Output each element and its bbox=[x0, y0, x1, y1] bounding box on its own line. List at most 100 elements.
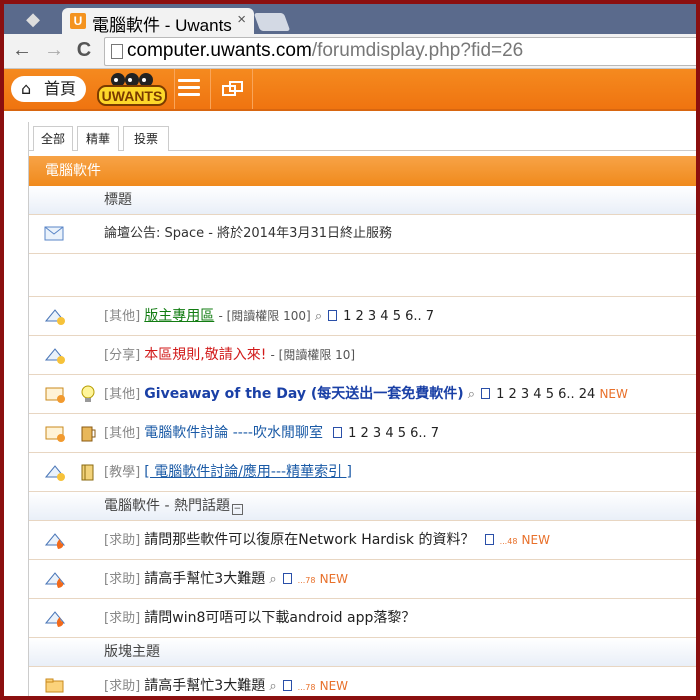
incognito-icon: ◆ bbox=[26, 9, 40, 30]
screenshot-frame: ◆ U 電腦軟件 - Uwants × ← → C computer.uwant… bbox=[0, 0, 700, 700]
home-icon: ⌂ bbox=[21, 79, 32, 98]
hot-topics-header: 電腦軟件 - 熱門話題 − bbox=[29, 492, 696, 521]
announcement-text: 論壇公告: Space - 將於2014年3月31日終止服務 bbox=[104, 226, 392, 241]
thread-title-link[interactable]: 請高手幫忙3大難題 bbox=[144, 571, 265, 587]
new-badge: NEW bbox=[599, 387, 628, 401]
header-divider bbox=[210, 69, 211, 109]
thread-line: [求助] 請問win8可唔可以下載android app落黎？ bbox=[104, 610, 416, 626]
table-row: [其他] 版主專用區 - [閱讀權限 100] ⌕ 1 2 3 4 5 6.. 7 bbox=[29, 297, 696, 336]
multipage-icon bbox=[282, 680, 292, 691]
thread-hot-icon bbox=[45, 426, 65, 442]
uwants-favicon-icon: U bbox=[70, 13, 86, 29]
thread-read-icon bbox=[44, 465, 66, 481]
svg-text:UWANTS: UWANTS bbox=[102, 88, 163, 104]
table-row: [求助] 請高手幫忙3大難題 ⌕ ...78 NEW bbox=[29, 560, 696, 599]
attachment-icon: ⌕ bbox=[269, 679, 277, 694]
spacer-row bbox=[29, 254, 696, 297]
menu-icon[interactable] bbox=[178, 79, 200, 97]
thread-read-icon bbox=[44, 348, 66, 364]
thread-line: [求助] 請高手幫忙3大難題 ⌕ ...78 NEW bbox=[104, 678, 349, 694]
announcement-icon bbox=[44, 226, 64, 241]
table-row: [教學] [ 電腦軟件討論/應用---精華索引 ] bbox=[29, 453, 696, 492]
multipage-icon bbox=[333, 427, 343, 438]
thread-hot-fire-icon bbox=[44, 611, 66, 627]
thread-new-folder-icon bbox=[45, 678, 64, 693]
thread-title-link[interactable]: 本區規則,敬請入來! bbox=[144, 347, 266, 363]
attachment-icon: ⌕ bbox=[314, 309, 323, 324]
back-icon[interactable]: ← bbox=[10, 38, 34, 62]
multipage-icon bbox=[282, 573, 292, 584]
attachment-icon: ⌕ bbox=[269, 572, 277, 587]
table-row: [求助] 請問那些軟件可以復原在Network Hardisk 的資料？ ...… bbox=[29, 521, 696, 560]
browser-toolbar: ← → C computer.uwants.com/forumdisplay.p… bbox=[4, 34, 696, 69]
filter-tabs: 全部 精華 投票 bbox=[29, 122, 696, 151]
thread-title-link[interactable]: 請問win8可唔可以下載android app落黎？ bbox=[144, 610, 415, 626]
forum-content: 全部 精華 投票 電腦軟件 標題 論壇公告: Space - 將於2014年3月… bbox=[28, 122, 696, 696]
page-links[interactable]: 1 2 3 4 5 6.. 7 bbox=[343, 309, 434, 324]
windows-icon[interactable] bbox=[222, 81, 244, 97]
reload-icon[interactable]: C bbox=[72, 38, 96, 62]
hot-topics-title: 電腦軟件 - 熱門話題 − bbox=[104, 498, 243, 515]
announcement-row[interactable]: 論壇公告: Space - 將於2014年3月31日終止服務 bbox=[29, 215, 696, 254]
board-topics-title: 版塊主題 bbox=[104, 644, 160, 660]
page-links[interactable]: 1 2 3 4 5 6.. 24 bbox=[496, 387, 595, 402]
header-divider bbox=[174, 69, 175, 109]
thread-line: [求助] 請高手幫忙3大難題 ⌕ ...78 NEW bbox=[104, 571, 349, 587]
book-icon bbox=[81, 464, 94, 481]
thread-line: [分享] 本區規則,敬請入來! - [閱讀權限 10] bbox=[104, 347, 356, 363]
thread-title-link[interactable]: 版主專用區 bbox=[144, 308, 214, 324]
thread-line: [教學] [ 電腦軟件討論/應用---精華索引 ] bbox=[104, 464, 352, 480]
collapse-icon[interactable]: − bbox=[231, 504, 243, 515]
table-row: [分享] 本區規則,敬請入來! - [閱讀權限 10] bbox=[29, 336, 696, 375]
title-column-header: 標題 bbox=[104, 192, 132, 208]
tab-poll[interactable]: 投票 bbox=[123, 126, 169, 151]
table-row: [其他] 電腦軟件討論 ----吹水閒聊室 1 2 3 4 5 6.. 7 bbox=[29, 414, 696, 453]
browser-tabstrip: ◆ U 電腦軟件 - Uwants × bbox=[4, 4, 696, 35]
close-tab-icon[interactable]: × bbox=[237, 11, 246, 28]
table-row: [其他] Giveaway of the Day (每天送出一套免費軟件) ⌕ 1… bbox=[29, 375, 696, 414]
forum-title-bar: 電腦軟件 bbox=[29, 156, 696, 186]
thread-line: [其他] 電腦軟件討論 ----吹水閒聊室 1 2 3 4 5 6.. 7 bbox=[104, 425, 440, 441]
thread-line: [其他] 版主專用區 - [閱讀權限 100] ⌕ 1 2 3 4 5 6.. 7 bbox=[104, 308, 435, 324]
forum-title: 電腦軟件 bbox=[45, 163, 101, 179]
thread-title-link[interactable]: 電腦軟件討論 ----吹水閒聊室 bbox=[144, 425, 323, 441]
tab-title: 電腦軟件 - Uwants bbox=[92, 16, 232, 35]
header-divider bbox=[252, 69, 253, 109]
thread-title-link[interactable]: 請問那些軟件可以復原在Network Hardisk 的資料？ bbox=[144, 532, 474, 548]
uwants-logo[interactable]: UWANTS bbox=[96, 71, 168, 107]
thread-title-link[interactable]: 請高手幫忙3大難題 bbox=[144, 678, 265, 694]
tab-digest[interactable]: 精華 bbox=[77, 126, 119, 151]
new-badge: NEW bbox=[319, 679, 349, 693]
thread-read-icon bbox=[44, 309, 66, 325]
attachment-icon: ⌕ bbox=[467, 387, 476, 402]
home-label: 首頁 bbox=[44, 79, 77, 98]
lightbulb-icon bbox=[81, 385, 95, 402]
multipage-icon bbox=[481, 388, 491, 399]
thread-line: [其他] Giveaway of the Day (每天送出一套免費軟件) ⌕ 1… bbox=[104, 386, 628, 402]
table-row: [求助] 請問win8可唔可以下載android app落黎？ bbox=[29, 599, 696, 638]
page-icon bbox=[111, 44, 123, 59]
forward-icon[interactable]: → bbox=[42, 38, 66, 62]
thread-hot-fire-icon bbox=[44, 533, 66, 549]
new-tab-button[interactable] bbox=[253, 13, 291, 31]
url-text: computer.uwants.com/forumdisplay.php?fid… bbox=[127, 40, 524, 61]
thread-hot-icon bbox=[45, 387, 65, 403]
page-links[interactable]: 1 2 3 4 5 6.. 7 bbox=[348, 426, 439, 441]
new-badge: NEW bbox=[521, 533, 550, 547]
board-topics-header: 版塊主題 bbox=[29, 638, 696, 667]
thread-title-link[interactable]: Giveaway of the Day (每天送出一套免費軟件) bbox=[144, 386, 463, 402]
table-row: [求助] 請高手幫忙3大難題 ⌕ ...78 NEW bbox=[29, 667, 696, 696]
home-button[interactable]: ⌂ 首頁 bbox=[11, 76, 86, 102]
column-header-row: 標題 bbox=[29, 186, 696, 215]
beer-mug-icon bbox=[81, 426, 96, 442]
browser-tab[interactable]: U 電腦軟件 - Uwants × bbox=[62, 8, 254, 35]
thread-line: [求助] 請問那些軟件可以復原在Network Hardisk 的資料？ ...… bbox=[104, 532, 550, 548]
thread-hot-fire-icon bbox=[44, 572, 66, 588]
thread-title-link[interactable]: [ 電腦軟件討論/應用---精華索引 ] bbox=[144, 464, 352, 480]
new-badge: NEW bbox=[319, 572, 349, 586]
address-bar[interactable]: computer.uwants.com/forumdisplay.php?fid… bbox=[104, 37, 696, 66]
tab-all[interactable]: 全部 bbox=[33, 126, 73, 151]
multipage-icon bbox=[328, 310, 338, 321]
site-header: ⌂ 首頁 UWANTS bbox=[4, 69, 696, 111]
multipage-icon bbox=[484, 534, 494, 545]
